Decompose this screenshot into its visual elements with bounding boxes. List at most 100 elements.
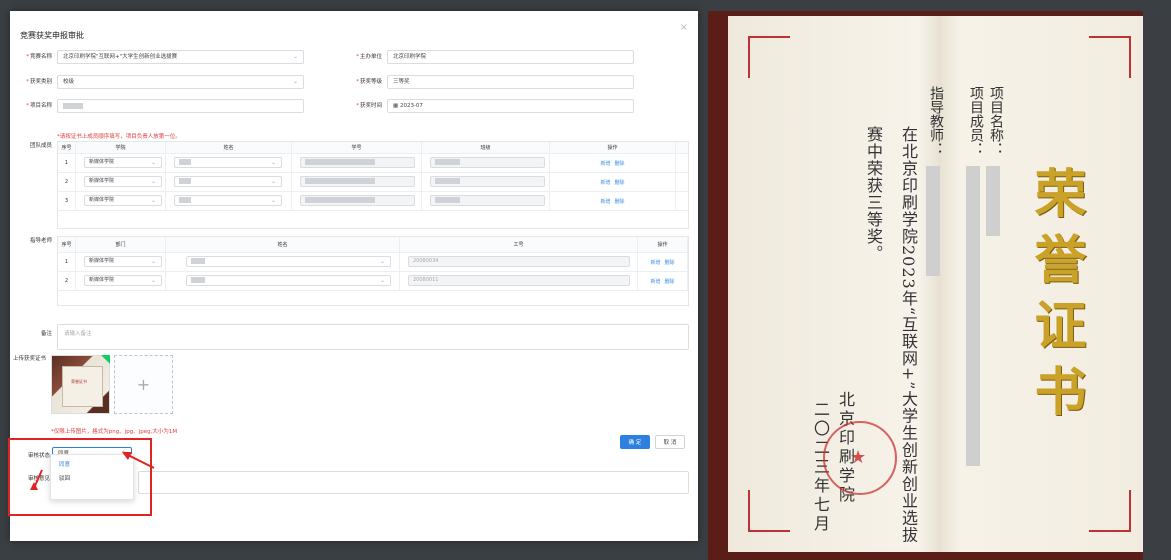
staff-id-input[interactable]: 20080034	[408, 256, 630, 267]
corner-ornament	[1089, 36, 1131, 78]
name-cell: ⌄	[166, 272, 400, 290]
seal-star-icon: ★	[850, 447, 867, 468]
cert-heading: 荣誉证书	[1025, 166, 1086, 430]
student-id-input[interactable]	[300, 176, 415, 187]
college-select[interactable]: 新媒体学院 ⌄	[84, 157, 162, 168]
row-no: 2	[58, 173, 76, 191]
confirm-button[interactable]: 确 定	[620, 435, 650, 449]
cert-body-line-1: 在北京印刷学院2023年“互联网+”大学生创新创业选拔	[899, 126, 918, 544]
chevron-down-icon: ⌄	[150, 197, 156, 204]
dialog-title: 竞赛获奖申报审批	[20, 31, 84, 40]
team-table: 序号 学院 姓名 学号 班级 操作 1 新媒体学院 ⌄ ⌄ 新增 删除 2 新媒体学…	[57, 141, 689, 229]
delete-link[interactable]: 删除	[665, 278, 675, 285]
add-link[interactable]: 新增	[600, 160, 610, 167]
option-reject[interactable]: 驳回	[51, 473, 133, 485]
dept-select[interactable]: 新媒体学院 ⌄	[84, 275, 162, 286]
add-link[interactable]: 新增	[650, 259, 660, 266]
close-icon[interactable]: ×	[680, 22, 688, 33]
upload-hint: *仅限上传图片，格式为png、jpg、jpeg,大小为1M	[51, 429, 178, 435]
delete-link[interactable]: 删除	[615, 160, 625, 167]
delete-link[interactable]: 删除	[615, 198, 625, 205]
add-link[interactable]: 新增	[650, 278, 660, 285]
add-link[interactable]: 新增	[600, 179, 610, 186]
cert-body-line-2: 赛中荣获三等奖。	[864, 126, 883, 262]
student-id-input[interactable]	[300, 157, 415, 168]
student-id-cell	[292, 173, 422, 191]
upload-add-button[interactable]: +	[114, 355, 173, 414]
row-no: 1	[58, 154, 76, 172]
review-status-dropdown: 同意 驳回	[50, 454, 134, 500]
review-opinion-textarea[interactable]	[138, 471, 689, 494]
student-id-input[interactable]	[300, 195, 415, 206]
teachers-label: 指导老师	[29, 238, 52, 244]
review-opinion-label: 审核意见	[27, 476, 50, 482]
class-cell	[422, 192, 550, 210]
remark-label: 备注	[40, 331, 52, 337]
award-type-select[interactable]: 校级 ⌄	[57, 75, 304, 89]
table-row: 1 新媒体学院 ⌄ ⌄ 20080034 新增 删除	[58, 253, 688, 272]
redacted-block	[986, 166, 1000, 236]
cert-line-members: 项目成员：	[968, 86, 984, 156]
teacher-name-select[interactable]: ⌄	[186, 275, 391, 286]
col-class: 班级	[422, 142, 550, 153]
name-select[interactable]: ⌄	[174, 157, 282, 168]
row-no: 2	[58, 272, 76, 290]
chevron-down-icon: ⌄	[150, 258, 156, 265]
row-no: 3	[58, 192, 76, 210]
class-input[interactable]	[430, 195, 545, 206]
review-status-label: 审核状态	[27, 453, 50, 459]
name-select[interactable]: ⌄	[174, 195, 282, 206]
dept-select[interactable]: 新媒体学院 ⌄	[84, 256, 162, 267]
host-input[interactable]: 北京印刷学院	[387, 50, 634, 64]
col-actions: 操作	[550, 142, 676, 153]
college-cell: 新媒体学院 ⌄	[76, 154, 166, 172]
project-input[interactable]	[57, 99, 304, 113]
thumbnail-heading: 荣誉证书	[71, 379, 87, 384]
project-label: *项目名称	[26, 103, 52, 109]
college-select[interactable]: 新媒体学院 ⌄	[84, 176, 162, 187]
col-staff-id: 工号	[400, 237, 638, 252]
staff-id-cell: 20080034	[400, 253, 638, 271]
staff-id-input[interactable]: 20080011	[408, 275, 630, 286]
actions-cell: 新增 删除	[638, 253, 688, 271]
actions-cell: 新增 删除	[550, 154, 676, 172]
remark-textarea[interactable]: 请输入备注	[57, 324, 689, 350]
class-cell	[422, 173, 550, 191]
chevron-down-icon: ⌄	[150, 277, 156, 284]
chevron-down-icon: ⌄	[270, 197, 276, 204]
name-select[interactable]: ⌄	[174, 176, 282, 187]
college-select[interactable]: 新媒体学院 ⌄	[84, 195, 162, 206]
teacher-name-select[interactable]: ⌄	[186, 256, 391, 267]
uploaded-check-icon	[101, 355, 110, 364]
corner-ornament	[1089, 490, 1131, 532]
certificate-thumbnail[interactable]: 荣誉证书	[51, 355, 110, 414]
team-note: *请按证书上成员顺序填写，项目负责人放第一位。	[57, 134, 181, 140]
award-level-input[interactable]: 三等奖	[387, 75, 634, 89]
name-cell: ⌄	[166, 173, 292, 191]
calendar-icon: ▦	[393, 103, 400, 109]
col-name: 姓名	[166, 142, 292, 153]
chevron-down-icon: ⌄	[150, 178, 156, 185]
cert-line-project: 项目名称：	[988, 86, 1004, 156]
table-row: 2 新媒体学院 ⌄ ⌄ 20080011 新增 删除	[58, 272, 688, 291]
chevron-down-icon: ⌄	[270, 159, 276, 166]
name-cell: ⌄	[166, 192, 292, 210]
col-college: 学院	[76, 142, 166, 153]
award-time-picker[interactable]: ▦ 2023-07	[387, 99, 634, 113]
chevron-down-icon: ⌄	[379, 277, 385, 284]
table-row: 2 新媒体学院 ⌄ ⌄ 新增 删除	[58, 173, 688, 192]
cancel-button[interactable]: 取 消	[655, 435, 685, 449]
class-input[interactable]	[430, 157, 545, 168]
chevron-down-icon: ⌄	[150, 159, 156, 166]
delete-link[interactable]: 删除	[615, 179, 625, 186]
competition-select[interactable]: 北京印刷学院"互联网+"大学生创新创业选拔赛 ⌄	[57, 50, 304, 64]
teachers-table: 序号 部门 姓名 工号 操作 1 新媒体学院 ⌄ ⌄ 20080034 新增 删除 …	[57, 236, 689, 306]
class-input[interactable]	[430, 176, 545, 187]
actions-cell: 新增 删除	[550, 192, 676, 210]
actions-cell: 新增 删除	[550, 173, 676, 191]
add-link[interactable]: 新增	[600, 198, 610, 205]
option-approve[interactable]: 同意	[51, 459, 133, 471]
table-row: 1 新媒体学院 ⌄ ⌄ 新增 删除	[58, 154, 688, 173]
delete-link[interactable]: 删除	[665, 259, 675, 266]
team-table-header: 序号 学院 姓名 学号 班级 操作	[58, 142, 688, 154]
